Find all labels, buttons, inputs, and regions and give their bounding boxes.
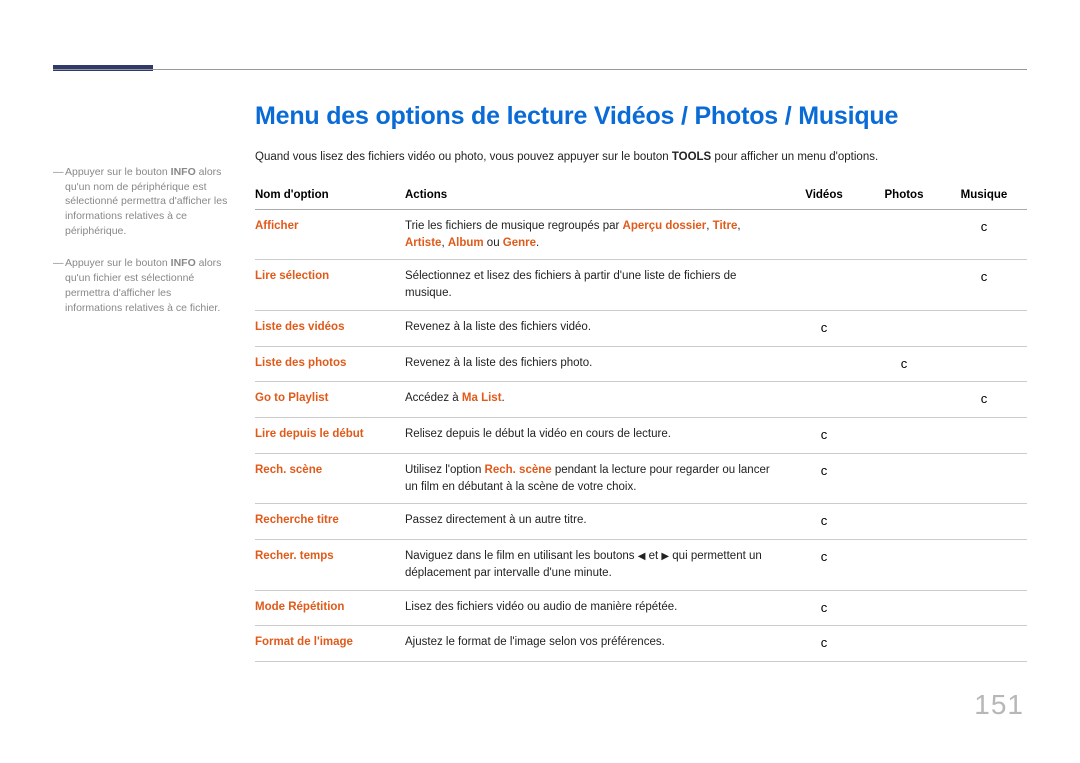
option-action: Revenez à la liste des fichiers vidéo.	[405, 310, 787, 346]
check-cell	[947, 626, 1027, 662]
side-note: ―Appuyer sur le bouton INFO alors qu'un …	[53, 165, 231, 238]
option-name: Afficher	[255, 210, 405, 260]
option-name: Recherche titre	[255, 504, 405, 540]
check-cell: c	[787, 454, 867, 504]
table-row: Lire sélectionSélectionnez et lisez des …	[255, 260, 1027, 310]
check-cell	[947, 346, 1027, 382]
table-row: Lire depuis le débutRelisez depuis le dé…	[255, 418, 1027, 454]
check-cell	[947, 310, 1027, 346]
check-cell	[947, 454, 1027, 504]
dash-icon: ―	[53, 256, 65, 315]
option-action: Passez directement à un autre titre.	[405, 504, 787, 540]
option-action: Relisez depuis le début la vidéo en cour…	[405, 418, 787, 454]
table-row: Mode RépétitionLisez des fichiers vidéo …	[255, 590, 1027, 626]
th-musique: Musique	[947, 181, 1027, 210]
highlight: Rech. scène	[485, 464, 552, 476]
check-cell	[947, 418, 1027, 454]
table-row: Liste des photosRevenez à la liste des f…	[255, 346, 1027, 382]
check-cell: c	[787, 626, 867, 662]
option-name: Recher. temps	[255, 540, 405, 590]
check-cell	[867, 540, 947, 590]
check-cell	[787, 382, 867, 418]
top-rule	[53, 69, 1027, 70]
check-cell	[867, 418, 947, 454]
option-action: Utilisez l'option Rech. scène pendant la…	[405, 454, 787, 504]
accent-bar	[53, 65, 153, 71]
check-cell	[867, 454, 947, 504]
check-cell	[947, 540, 1027, 590]
check-cell	[867, 382, 947, 418]
check-cell: c	[787, 540, 867, 590]
check-cell: c	[787, 418, 867, 454]
option-action: Sélectionnez et lisez des fichiers à par…	[405, 260, 787, 310]
option-name: Go to Playlist	[255, 382, 405, 418]
check-cell: c	[787, 590, 867, 626]
page-title: Menu des options de lecture Vidéos / Pho…	[255, 102, 1027, 131]
option-action: Ajustez le format de l'image selon vos p…	[405, 626, 787, 662]
highlight: Artiste	[405, 237, 441, 249]
highlight: Genre	[503, 237, 536, 249]
check-cell	[867, 590, 947, 626]
option-action: Trie les fichiers de musique regroupés p…	[405, 210, 787, 260]
table-row: Liste des vidéosRevenez à la liste des f…	[255, 310, 1027, 346]
check-cell: c	[867, 346, 947, 382]
option-name: Rech. scène	[255, 454, 405, 504]
options-table: Nom d'option Actions Vidéos Photos Musiq…	[255, 181, 1027, 662]
main-content: Menu des options de lecture Vidéos / Pho…	[255, 102, 1027, 662]
highlight: Ma List	[462, 392, 502, 404]
table-row: Format de l'imageAjustez le format de l'…	[255, 626, 1027, 662]
check-cell	[867, 210, 947, 260]
page-number: 151	[974, 689, 1024, 721]
table-row: Recherche titrePassez directement à un a…	[255, 504, 1027, 540]
table-row: AfficherTrie les fichiers de musique reg…	[255, 210, 1027, 260]
check-cell	[947, 590, 1027, 626]
intro-pre: Quand vous lisez des fichiers vidéo ou p…	[255, 151, 672, 163]
side-note-text: Appuyer sur le bouton INFO alors qu'un n…	[65, 165, 231, 238]
side-note: ―Appuyer sur le bouton INFO alors qu'un …	[53, 256, 231, 315]
th-actions: Actions	[405, 181, 787, 210]
highlight: Aperçu dossier	[623, 220, 707, 232]
intro-post: pour afficher un menu d'options.	[711, 151, 878, 163]
check-cell	[947, 504, 1027, 540]
th-name: Nom d'option	[255, 181, 405, 210]
side-note-text: Appuyer sur le bouton INFO alors qu'un f…	[65, 256, 231, 315]
th-photos: Photos	[867, 181, 947, 210]
dash-icon: ―	[53, 165, 65, 238]
intro-bold: TOOLS	[672, 151, 711, 163]
option-name: Lire sélection	[255, 260, 405, 310]
option-action: Accédez à Ma List.	[405, 382, 787, 418]
option-action: Revenez à la liste des fichiers photo.	[405, 346, 787, 382]
highlight: Album	[448, 237, 484, 249]
table-header-row: Nom d'option Actions Vidéos Photos Musiq…	[255, 181, 1027, 210]
check-cell	[867, 310, 947, 346]
check-cell	[867, 260, 947, 310]
option-action: Lisez des fichiers vidéo ou audio de man…	[405, 590, 787, 626]
check-cell: c	[947, 260, 1027, 310]
check-cell: c	[947, 382, 1027, 418]
check-cell: c	[947, 210, 1027, 260]
check-cell	[787, 260, 867, 310]
option-name: Liste des photos	[255, 346, 405, 382]
side-notes: ―Appuyer sur le bouton INFO alors qu'un …	[53, 165, 231, 333]
option-name: Lire depuis le début	[255, 418, 405, 454]
table-row: Recher. tempsNaviguez dans le film en ut…	[255, 540, 1027, 590]
th-videos: Vidéos	[787, 181, 867, 210]
check-cell	[867, 504, 947, 540]
check-cell: c	[787, 310, 867, 346]
table-body: AfficherTrie les fichiers de musique reg…	[255, 210, 1027, 662]
check-cell: c	[787, 504, 867, 540]
highlight: Titre	[713, 220, 738, 232]
check-cell	[867, 626, 947, 662]
option-action: Naviguez dans le film en utilisant les b…	[405, 540, 787, 590]
table-row: Go to PlaylistAccédez à Ma List. c	[255, 382, 1027, 418]
table-row: Rech. scèneUtilisez l'option Rech. scène…	[255, 454, 1027, 504]
check-cell	[787, 210, 867, 260]
intro-text: Quand vous lisez des fichiers vidéo ou p…	[255, 151, 1027, 163]
option-name: Liste des vidéos	[255, 310, 405, 346]
option-name: Format de l'image	[255, 626, 405, 662]
nav-glyph-icon: ▶	[661, 550, 669, 565]
nav-glyph-icon: ◀	[638, 550, 646, 565]
check-cell	[787, 346, 867, 382]
option-name: Mode Répétition	[255, 590, 405, 626]
